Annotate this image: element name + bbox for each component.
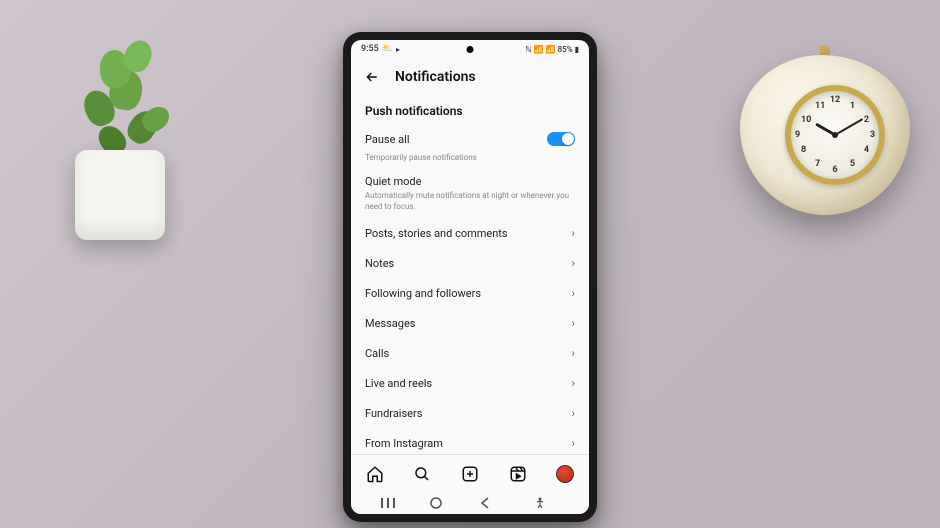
system-nav xyxy=(351,492,589,514)
status-battery-icon: ▮ xyxy=(575,45,579,54)
quiet-mode-subtitle: Automatically mute notifications at nigh… xyxy=(365,191,575,212)
phone-frame: 9:55 ⛅ ▸ ℕ 📶 📶 85% ▮ Notifications xyxy=(343,32,597,522)
status-nfc-icon: ℕ xyxy=(525,45,531,54)
accessibility-icon xyxy=(535,497,545,509)
status-time: 9:55 xyxy=(361,44,379,54)
page-header: Notifications xyxy=(351,58,589,94)
chevron-right-icon: › xyxy=(571,226,575,240)
status-weather-icon: ⛅ xyxy=(382,44,393,54)
chevron-right-icon: › xyxy=(571,286,575,300)
nav-create[interactable] xyxy=(461,465,479,483)
home-icon xyxy=(366,465,384,483)
list-item-label: Notes xyxy=(365,257,394,270)
chevron-right-icon: › xyxy=(571,436,575,450)
chevron-right-icon: › xyxy=(571,376,575,390)
back-icon xyxy=(480,497,490,509)
list-item-label: Calls xyxy=(365,347,389,360)
nav-home[interactable] xyxy=(366,465,384,483)
phone-screen: 9:55 ⛅ ▸ ℕ 📶 📶 85% ▮ Notifications xyxy=(351,40,589,514)
list-item-label: Following and followers xyxy=(365,287,481,300)
status-app-icon: ▸ xyxy=(396,45,400,54)
nav-item-following[interactable]: Following and followers › xyxy=(365,278,575,308)
circle-home-icon xyxy=(430,497,442,509)
list-item-label: Messages xyxy=(365,317,415,330)
list-item-label: Live and reels xyxy=(365,377,432,390)
nav-reels[interactable] xyxy=(509,465,527,483)
sys-home[interactable] xyxy=(430,497,460,509)
status-battery-percent: 85% xyxy=(558,45,573,54)
reels-icon xyxy=(509,465,527,483)
list-item-label: Fundraisers xyxy=(365,407,422,420)
nav-item-calls[interactable]: Calls › xyxy=(365,338,575,368)
setting-pause-all[interactable]: Pause all xyxy=(365,126,575,152)
nav-profile[interactable] xyxy=(556,465,574,483)
nav-item-from-instagram[interactable]: From Instagram › xyxy=(365,428,575,454)
nav-item-posts[interactable]: Posts, stories and comments › xyxy=(365,218,575,248)
chevron-right-icon: › xyxy=(571,256,575,270)
chevron-right-icon: › xyxy=(571,316,575,330)
back-button[interactable] xyxy=(363,68,381,86)
chevron-right-icon: › xyxy=(571,346,575,360)
page-title: Notifications xyxy=(395,69,476,85)
nav-item-messages[interactable]: Messages › xyxy=(365,308,575,338)
pause-all-toggle[interactable] xyxy=(547,132,575,146)
status-signal-icon: 📶 xyxy=(546,45,556,54)
status-wifi-icon: 📶 xyxy=(534,45,544,54)
camera-hole xyxy=(467,46,474,53)
sys-accessibility[interactable] xyxy=(535,497,565,509)
sys-recents[interactable] xyxy=(381,498,411,508)
apple-clock-decoration: 1212 345 678 91011 xyxy=(740,45,910,235)
pause-all-subtitle: Temporarily pause notifications xyxy=(365,153,575,163)
search-icon xyxy=(413,465,431,483)
chevron-right-icon: › xyxy=(571,406,575,420)
setting-quiet-mode[interactable]: Quiet mode xyxy=(365,169,575,190)
pause-all-label: Pause all xyxy=(365,133,410,146)
avatar-icon xyxy=(556,465,574,483)
bottom-nav xyxy=(351,454,589,492)
nav-search[interactable] xyxy=(413,465,431,483)
back-arrow-icon xyxy=(364,69,380,85)
nav-item-live-reels[interactable]: Live and reels › xyxy=(365,368,575,398)
plus-square-icon xyxy=(461,465,479,483)
recents-icon xyxy=(381,498,395,508)
plant-decoration xyxy=(45,10,205,240)
sys-back[interactable] xyxy=(480,497,510,509)
nav-item-notes[interactable]: Notes › xyxy=(365,248,575,278)
list-item-label: From Instagram xyxy=(365,437,443,450)
quiet-mode-label: Quiet mode xyxy=(365,175,421,188)
section-push-notifications: Push notifications xyxy=(365,104,575,118)
nav-item-fundraisers[interactable]: Fundraisers › xyxy=(365,398,575,428)
content-area[interactable]: Push notifications Pause all Temporarily… xyxy=(351,94,589,454)
list-item-label: Posts, stories and comments xyxy=(365,227,508,240)
